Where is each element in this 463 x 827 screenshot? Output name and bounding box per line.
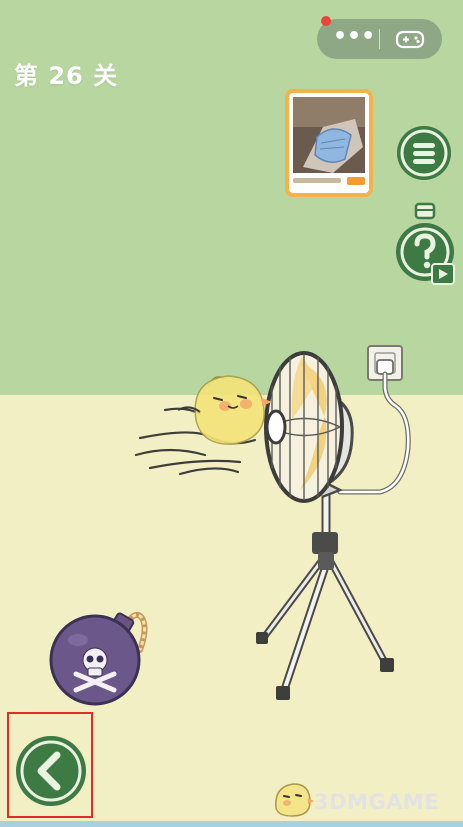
tripod-foot bbox=[380, 658, 394, 672]
tripod-foot bbox=[276, 686, 290, 700]
watermark-chick-logo bbox=[275, 783, 314, 817]
tripod-foot bbox=[256, 632, 268, 644]
game-scene bbox=[49, 345, 411, 706]
watermark: 3DMGAME bbox=[270, 776, 460, 824]
tripod-stand bbox=[258, 485, 391, 698]
electric-fan[interactable] bbox=[264, 351, 354, 503]
watermark-text: 3DMGAME bbox=[314, 790, 440, 814]
tutorial-highlight-box bbox=[7, 712, 93, 818]
tripod-joint bbox=[312, 532, 338, 554]
tripod-joint-lower bbox=[318, 552, 334, 570]
bomb-with-skull[interactable] bbox=[49, 611, 148, 706]
